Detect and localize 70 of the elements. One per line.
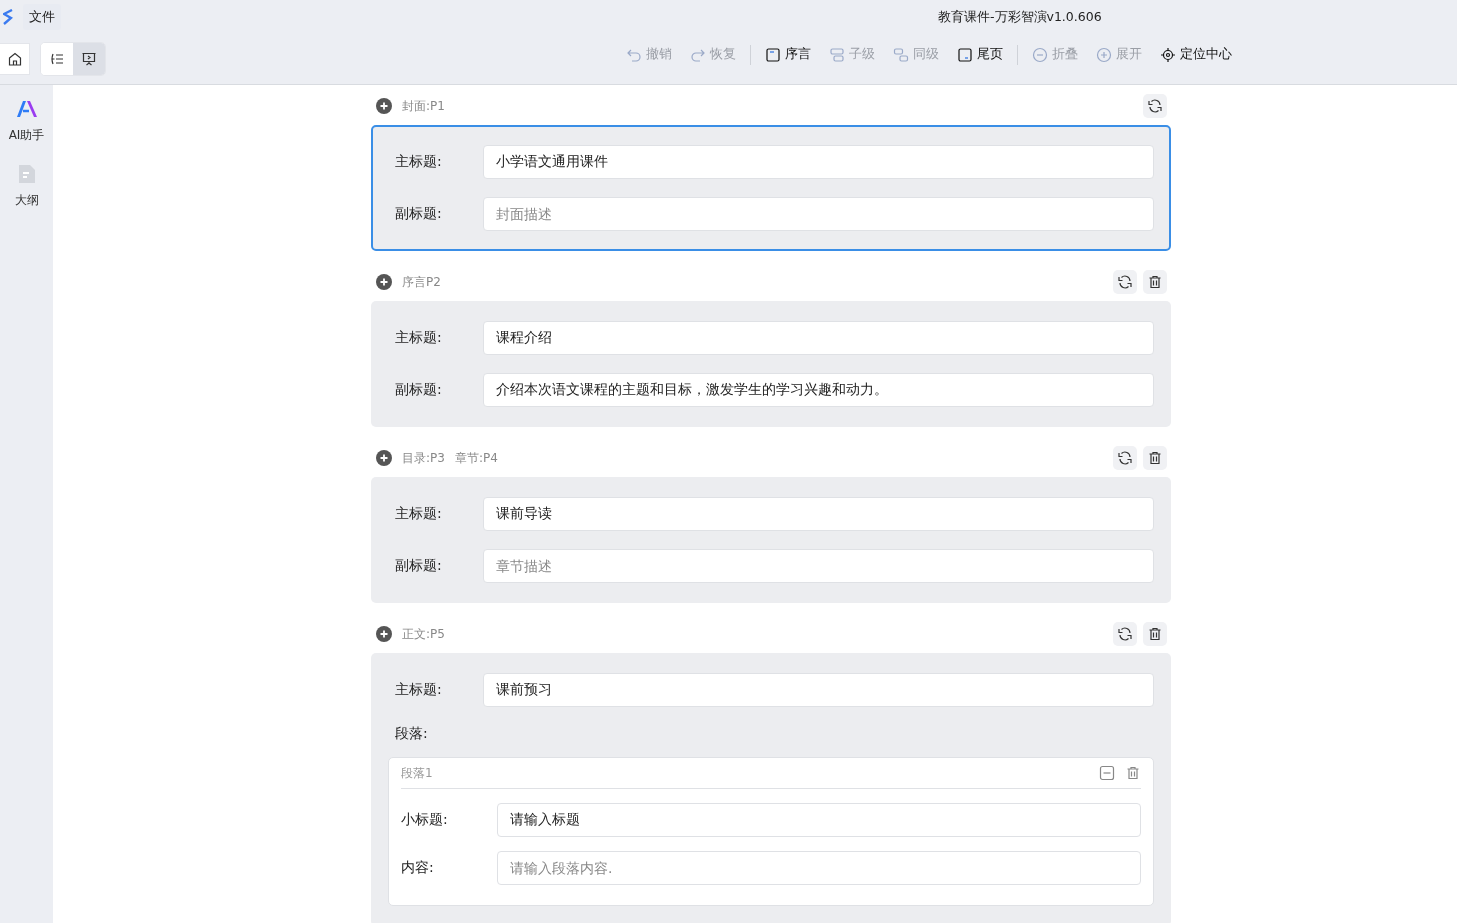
field-label: 副标题:	[395, 381, 443, 399]
field-label: 副标题:	[395, 557, 443, 575]
delete-button[interactable]	[1143, 622, 1167, 646]
section-label: 章节:P4	[454, 449, 498, 467]
child-level-icon	[829, 46, 845, 63]
refresh-button[interactable]	[1143, 94, 1167, 118]
toolbar-button[interactable]: 尾页	[951, 42, 1009, 67]
outline-icon	[49, 51, 65, 67]
text-field[interactable]: 小学语文通用课件	[483, 145, 1154, 179]
field-label: 主标题:	[395, 505, 443, 523]
page-icon	[957, 46, 973, 63]
field-label: 副标题:	[395, 205, 443, 223]
text-field[interactable]: 介绍本次语文课程的主题和目标，激发学生的学习兴趣和动力。	[483, 373, 1154, 407]
home-button[interactable]	[0, 43, 30, 75]
sidebar-item[interactable]: AI助手	[6, 95, 47, 146]
slide-card[interactable]: 主标题: 课程介绍 副标题: 介绍本次语文课程的主题和目标，激发学生的学习兴趣和动力。	[371, 301, 1171, 427]
minus-square-icon	[1099, 765, 1115, 781]
text-field[interactable]: 请输入标题	[497, 803, 1141, 837]
slide-card[interactable]: 主标题: 课前预习 段落: 段落1 小标题: 请输入标题 内容: 请输入段落内容.	[371, 653, 1171, 923]
refresh-icon	[1147, 98, 1163, 114]
add-button[interactable]	[376, 274, 392, 290]
field-label: 主标题:	[395, 153, 443, 171]
field-label: 小标题:	[401, 811, 449, 829]
home-icon	[6, 51, 23, 67]
refresh-icon	[1117, 626, 1133, 642]
target-icon	[1160, 46, 1176, 63]
trash-icon	[1147, 274, 1163, 290]
text-field[interactable]: 请输入段落内容.	[497, 851, 1141, 885]
field-label: 主标题:	[395, 681, 443, 699]
refresh-button[interactable]	[1113, 446, 1137, 470]
slide-card[interactable]: 主标题: 小学语文通用课件 副标题: 封面描述	[371, 125, 1171, 251]
refresh-icon	[1117, 274, 1133, 290]
refresh-icon	[1117, 450, 1133, 466]
field-label: 段落:	[395, 725, 428, 743]
refresh-button[interactable]	[1113, 622, 1137, 646]
sidebar-item[interactable]: 大纲	[12, 160, 41, 211]
delete-button[interactable]	[1143, 270, 1167, 294]
window-title: 教育课件-万彩智演v1.0.606	[938, 9, 1102, 26]
paragraph-title: 段落1	[401, 764, 434, 782]
toolbar-button[interactable]: 定位中心	[1154, 42, 1238, 67]
add-button[interactable]	[376, 450, 392, 466]
text-field[interactable]: 课前导读	[483, 497, 1154, 531]
text-field[interactable]: 封面描述	[483, 197, 1154, 231]
plus-circle-icon	[1096, 46, 1112, 63]
trash-icon	[1147, 450, 1163, 466]
toolbar-button[interactable]: 序言	[759, 42, 817, 67]
refresh-button[interactable]	[1113, 270, 1137, 294]
text-field[interactable]: 章节描述	[483, 549, 1154, 583]
page-icon	[765, 46, 781, 63]
sibling-level-icon	[893, 46, 909, 63]
section-label: 封面:P1	[402, 97, 445, 115]
field-label: 内容:	[401, 859, 435, 877]
trash-icon	[1125, 765, 1141, 781]
section-label: 序言P2	[402, 273, 441, 291]
slide-card[interactable]: 主标题: 课前导读 副标题: 章节描述	[371, 477, 1171, 603]
minus-circle-icon	[1032, 46, 1048, 63]
text-field[interactable]: 课程介绍	[483, 321, 1154, 355]
collapse-button[interactable]	[1099, 765, 1115, 781]
trash-icon	[1147, 626, 1163, 642]
field-label: 主标题:	[395, 329, 443, 347]
add-button[interactable]	[376, 626, 392, 642]
section-label: 目录:P3	[402, 449, 445, 467]
section-label: 正文:P5	[402, 625, 445, 643]
app-logo	[3, 9, 13, 25]
presentation-view-button[interactable]	[73, 43, 105, 75]
file-menu[interactable]: 文件	[23, 4, 61, 30]
presentation-icon	[81, 51, 97, 67]
text-field[interactable]: 课前预习	[483, 673, 1154, 707]
delete-button[interactable]	[1143, 446, 1167, 470]
add-button[interactable]	[376, 98, 392, 114]
